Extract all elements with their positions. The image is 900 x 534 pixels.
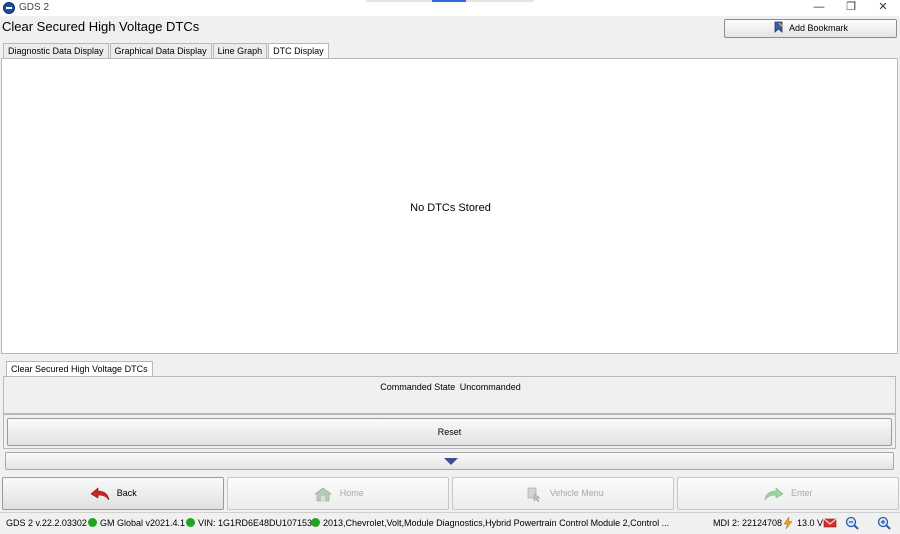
mail-icon[interactable] <box>823 516 837 530</box>
tab-line-graph[interactable]: Line Graph <box>212 43 268 59</box>
home-icon <box>314 487 333 501</box>
add-bookmark-label: Add Bookmark <box>788 23 849 33</box>
gm-global-label: GM Global v2021.4.1 <box>100 518 186 528</box>
status-dot-icon <box>186 518 195 527</box>
back-arrow-icon <box>90 486 110 500</box>
dtc-display-panel: No DTCs Stored <box>1 58 898 354</box>
tab-graphical-data-display[interactable]: Graphical Data Display <box>109 43 212 59</box>
tab-clear-secured-hv-dtcs[interactable]: Clear Secured High Voltage DTCs <box>6 361 153 377</box>
chevron-down-icon <box>444 458 458 465</box>
add-bookmark-button[interactable]: Add Bookmark <box>724 19 897 38</box>
vehicle-label: 2013,Chevrolet,Volt,Module Diagnostics,H… <box>323 518 670 528</box>
vin-label: VIN: 1G1RD6E48DU107153 <box>198 518 313 528</box>
mdi-status: MDI 2: 22124708 <box>713 518 783 528</box>
vehicle-status: 2013,Chevrolet,Volt,Module Diagnostics,H… <box>311 513 669 533</box>
status-dot-icon <box>311 518 320 527</box>
enter-label: Enter <box>791 488 813 498</box>
window-title: GDS 2 <box>19 2 50 13</box>
window-titlebar: GDS 2 — ❐ ✕ <box>0 0 900 16</box>
expand-toggle-bar[interactable] <box>5 452 894 470</box>
enter-button[interactable]: Enter <box>677 477 899 510</box>
bookmark-icon <box>774 21 784 33</box>
tab-bar: Diagnostic Data Display Graphical Data D… <box>3 43 330 60</box>
gm-global-status: GM Global v2021.4.1 <box>88 513 185 533</box>
back-button[interactable]: Back <box>2 477 224 510</box>
voltage-value: 13.0 V <box>797 518 824 528</box>
titlebar-strip <box>366 0 534 2</box>
commanded-state-value: Uncommanded <box>459 382 521 392</box>
commanded-state-label: Commanded State <box>380 382 456 392</box>
lightning-icon <box>783 516 793 530</box>
commanded-state-box: Commanded State Uncommanded <box>3 376 896 414</box>
vehicle-menu-button[interactable]: Vehicle Menu <box>452 477 674 510</box>
enter-arrow-icon <box>765 486 785 500</box>
vin-status: VIN: 1G1RD6E48DU107153 <box>186 513 312 533</box>
app-logo-icon <box>3 2 15 14</box>
vehicle-menu-label: Vehicle Menu <box>549 488 604 498</box>
no-dtcs-message: No DTCs Stored <box>410 202 491 214</box>
tab-diagnostic-data-display[interactable]: Diagnostic Data Display <box>3 43 109 59</box>
reset-container: Reset <box>3 414 896 449</box>
home-label: Home <box>339 488 364 498</box>
maximize-button[interactable]: ❐ <box>835 0 867 16</box>
status-bar: GDS 2 v.22.2.03302 GM Global v2021.4.1 V… <box>0 512 900 534</box>
close-button[interactable]: ✕ <box>867 0 899 16</box>
reset-button[interactable]: Reset <box>7 418 892 446</box>
zoom-out-icon[interactable] <box>845 516 859 530</box>
software-version: GDS 2 v.22.2.03302 <box>6 518 87 528</box>
vehicle-menu-icon <box>527 487 542 502</box>
minimize-button[interactable]: — <box>803 0 835 16</box>
zoom-in-icon[interactable] <box>877 516 891 530</box>
status-dot-icon <box>88 518 97 527</box>
home-button[interactable]: Home <box>227 477 449 510</box>
commanded-state-line: Commanded State Uncommanded <box>4 382 897 392</box>
back-label: Back <box>116 488 137 498</box>
page-title: Clear Secured High Voltage DTCs <box>2 19 200 34</box>
